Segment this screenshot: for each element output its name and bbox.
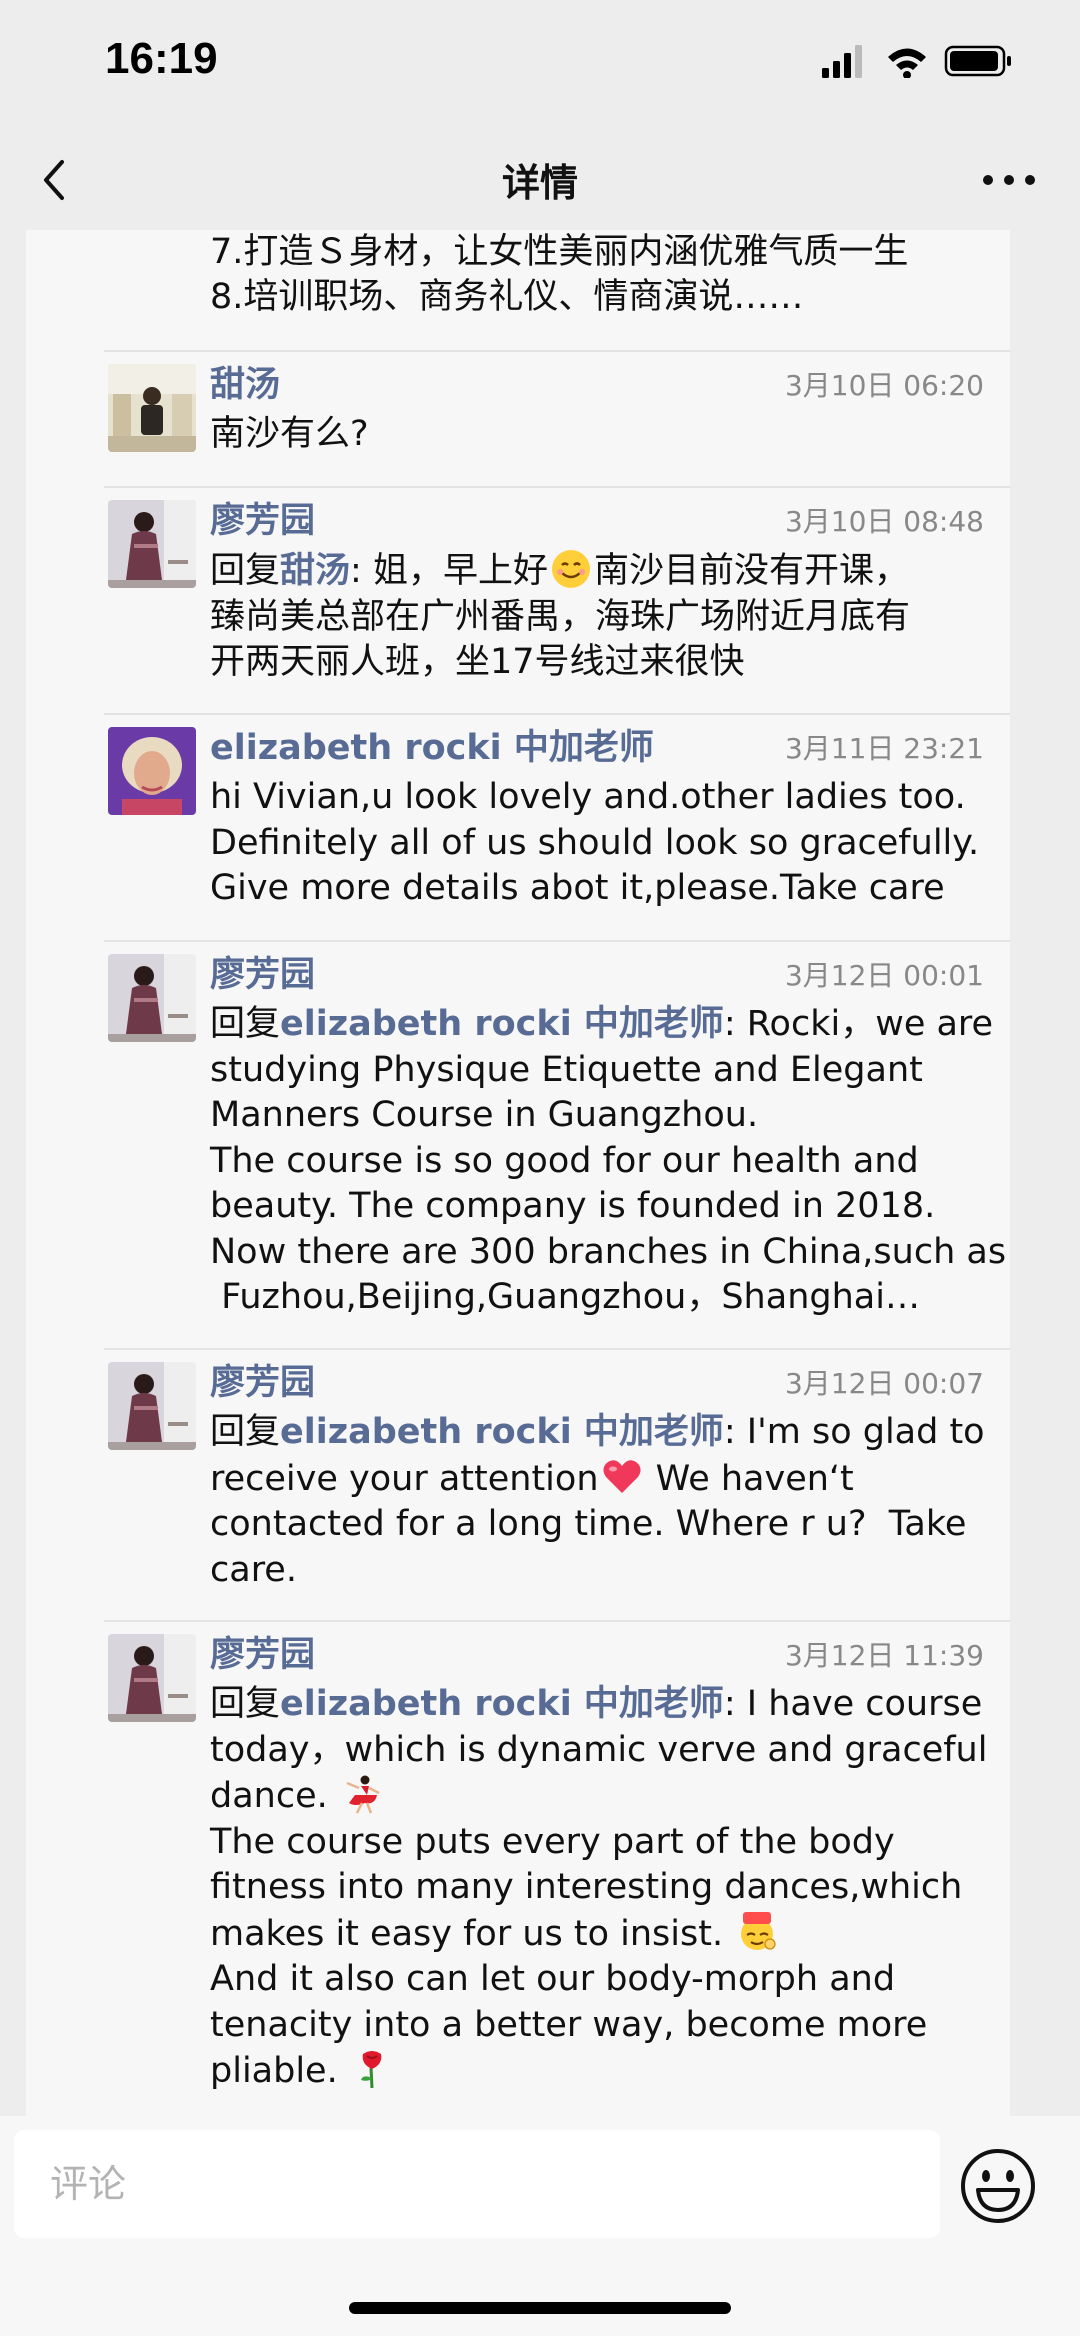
signal-icon	[822, 45, 862, 78]
comment-line: care.	[210, 1549, 297, 1590]
comment-author[interactable]: 廖芳园	[210, 1354, 315, 1405]
comment-bar	[0, 2116, 1080, 2336]
smile-emoji-icon	[551, 550, 590, 588]
comment-line: beauty. The company is founded in 2018.	[210, 1186, 936, 1226]
comment-line: Now there are 300 branches in China,such…	[210, 1231, 1007, 1272]
more-icon[interactable]	[982, 170, 1036, 190]
comment-text: 回复elizabeth rocki 中加老师: I have course to…	[210, 1682, 1010, 2095]
comment-time: 3月10日 08:48	[784, 505, 984, 538]
avatar[interactable]	[108, 500, 196, 588]
post-text-line: 8.培训职场、商务礼仪、情商演说……	[210, 277, 804, 317]
comment-line: 回复甜汤: 姐，早上好 南沙目前没有开课，	[210, 548, 1010, 595]
comment-line: dance.	[210, 1773, 1010, 1820]
reply-target-name[interactable]: elizabeth rocki 中加老师	[280, 1004, 724, 1044]
comment-line-text: : Rocki，we are	[723, 1004, 994, 1044]
status-bar: 16:19	[0, 0, 1080, 130]
comment-line: 回复elizabeth rocki 中加老师: I have course	[210, 1682, 1010, 1728]
comment-text: 回复elizabeth rocki 中加老师: Rocki，we are stu…	[210, 1002, 1010, 1321]
comment-line-text: makes it easy for us to insist.	[210, 1913, 735, 1954]
rose-emoji-icon	[360, 2051, 382, 2089]
status-time: 16:19	[105, 34, 218, 83]
comment-time: 3月12日 11:39	[784, 1639, 984, 1672]
comment-line: And it also can let our body-morph and	[210, 1959, 896, 1999]
wifi-icon	[888, 48, 926, 78]
comment-line: The course is so good for our health and	[210, 1140, 919, 1181]
divider	[104, 1620, 1010, 1622]
comment-line-text: receive your attention	[210, 1458, 599, 1499]
comment-input[interactable]	[14, 2130, 940, 2238]
comment-text: 回复elizabeth rocki 中加老师: I'm so glad to r…	[210, 1410, 1010, 1593]
comment-time: 3月12日 00:07	[784, 1367, 984, 1400]
comment-author[interactable]: 廖芳园	[210, 492, 315, 543]
avatar[interactable]	[108, 1362, 196, 1450]
heart-emoji-icon	[602, 1459, 641, 1493]
comment-author[interactable]: 廖芳园	[210, 1626, 315, 1677]
nav-bar: 详情	[0, 130, 1080, 230]
comment-text: 回复甜汤: 姐，早上好 南沙目前没有开课， 臻尚美总部在广州番禺，海珠广场附近月底…	[210, 548, 1010, 686]
avatar[interactable]	[108, 1634, 196, 1722]
reply-prefix: 回复	[210, 551, 281, 591]
divider	[104, 350, 1010, 352]
comment-line-text: dance.	[210, 1776, 339, 1816]
divider	[104, 486, 1010, 488]
comment-text: 南沙有么?	[210, 412, 1010, 458]
battery-icon	[944, 45, 1011, 77]
comment-text: hi Vivian,u look lovely and.other ladies…	[210, 775, 1010, 912]
moment-detail-screen: 16:19 详情 7.打造Ｓ身材，让女性美丽内涵优雅气质一生 8.培训职场、商务…	[0, 0, 1080, 2336]
comment-line: Fuzhou,Beijing,Guangzhou，Shanghai…	[210, 1277, 920, 1317]
comment-line: Give more details abot it,please.Take ca…	[210, 868, 945, 908]
comment-time: 3月10日 06:20	[784, 369, 984, 402]
comment-line: studying Physique Etiquette and Elegant	[210, 1049, 923, 1090]
reply-target-name[interactable]: elizabeth rocki 中加老师	[280, 1412, 724, 1452]
comment-line-text: 南沙目前没有开课，	[593, 551, 909, 591]
comment-line: 回复elizabeth rocki 中加老师: Rocki，we are	[210, 1002, 1010, 1048]
divider	[104, 940, 1010, 942]
comment-line: The course puts every part of the body	[210, 1821, 895, 1862]
comments-panel: 7.打造Ｓ身材，让女性美丽内涵优雅气质一生 8.培训职场、商务礼仪、情商演说………	[26, 230, 1010, 2116]
comment-line: pliable.	[210, 2048, 1010, 2095]
avatar[interactable]	[108, 364, 196, 452]
comment-line: 臻尚美总部在广州番禺，海珠广场附近月底有	[210, 596, 911, 637]
reply-target-name[interactable]: 甜汤	[280, 551, 350, 591]
reply-prefix: 回复	[210, 1004, 281, 1044]
comment-line: 开两天丽人班，坐17号线过来很快	[210, 642, 745, 682]
emoji-button-smiley-icon[interactable]	[958, 2146, 1038, 2226]
comment-line: fitness into many interesting dances,whi…	[210, 1867, 963, 1907]
comment-line: receive your attention We haven‘t	[210, 1456, 1010, 1503]
comment-line: today，which is dynamic verve and gracefu…	[210, 1729, 988, 1770]
reply-prefix: 回复	[210, 1412, 281, 1452]
666-emoji-icon	[741, 1911, 776, 1950]
page-title: 详情	[501, 161, 578, 205]
dancer-emoji-icon	[346, 1775, 380, 1814]
comment-line: Definitely all of us should look so grac…	[210, 822, 980, 863]
status-icons	[822, 45, 1011, 78]
comment-line: Manners Course in Guangzhou.	[210, 1095, 759, 1135]
comment-line: makes it easy for us to insist.	[210, 1911, 1010, 1958]
comment-line: contacted for a long time. Where r u? Ta…	[210, 1504, 967, 1544]
home-indicator	[349, 2302, 731, 2314]
comment-author[interactable]: 甜汤	[210, 356, 280, 407]
reply-prefix: 回复	[210, 1684, 281, 1724]
comment-line: 南沙有么?	[210, 414, 369, 454]
comment-line: 回复elizabeth rocki 中加老师: I'm so glad to	[210, 1410, 1010, 1456]
comment-line-text: We haven‘t	[644, 1458, 854, 1499]
comment-line-text: : I'm so glad to	[723, 1412, 985, 1452]
comment-line-text: : 姐，早上好	[350, 551, 548, 591]
comment-line: hi Vivian,u look lovely and.other ladies…	[210, 777, 966, 817]
comment-author[interactable]: 廖芳园	[210, 946, 315, 997]
comment-time: 3月12日 00:01	[784, 959, 984, 992]
divider	[104, 1348, 1010, 1350]
reply-target-name[interactable]: elizabeth rocki 中加老师	[280, 1684, 724, 1724]
divider	[104, 713, 1010, 715]
comment-time: 3月11日 23:21	[784, 732, 984, 765]
avatar[interactable]	[108, 727, 196, 815]
comment-line: tenacity into a better way, become more	[210, 2004, 928, 2045]
post-text-tail: 7.打造Ｓ身材，让女性美丽内涵优雅气质一生 8.培训职场、商务礼仪、情商演说……	[210, 230, 1010, 320]
comment-author[interactable]: elizabeth rocki 中加老师	[210, 719, 654, 770]
comment-line-text: : I have course	[723, 1684, 983, 1724]
avatar[interactable]	[108, 954, 196, 1042]
post-text-line: 7.打造Ｓ身材，让女性美丽内涵优雅气质一生	[210, 232, 909, 272]
comment-line-text: pliable.	[210, 2051, 349, 2091]
